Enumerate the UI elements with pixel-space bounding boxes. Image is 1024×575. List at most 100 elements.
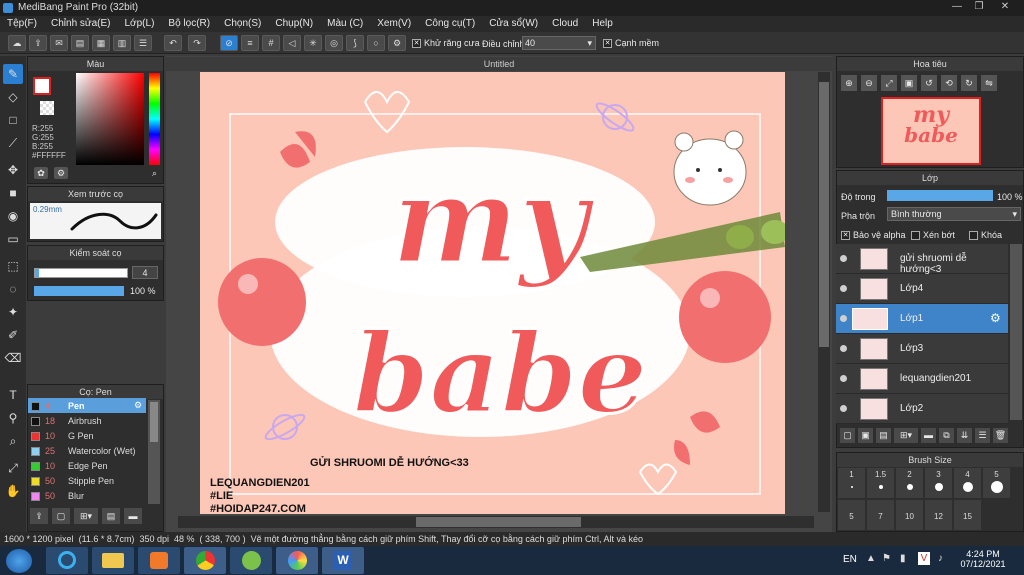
brush-tool-icon[interactable]: ✎ — [3, 64, 23, 84]
secondary-color-swatch[interactable] — [40, 101, 54, 115]
close-button[interactable]: ✕ — [994, 0, 1016, 14]
move-tool-icon[interactable]: ✥ — [3, 160, 23, 180]
cloud-icon[interactable]: ☁ — [8, 35, 26, 51]
merge-layer-icon[interactable]: ⇊ — [957, 428, 972, 443]
tray-app-icon[interactable]: ⚑ — [882, 553, 891, 564]
brush-size-slider[interactable] — [34, 268, 128, 278]
menu-window[interactable]: Cửa sổ(W) — [482, 16, 545, 32]
primary-color-swatch[interactable] — [33, 77, 51, 95]
layer-gear-icon[interactable]: ⚙ — [990, 311, 1001, 325]
operation-tool-icon[interactable]: ⤢ — [3, 458, 23, 478]
horizontal-scrollbar[interactable] — [178, 516, 814, 528]
layer-settings-icon[interactable]: ☰ — [975, 428, 990, 443]
brush-size-cell[interactable]: 4 — [954, 468, 981, 498]
menu-file[interactable]: Tệp(F) — [0, 16, 44, 32]
reset-rotation-icon[interactable]: ⟲ — [941, 75, 957, 91]
fill-tool-icon[interactable]: ◉ — [3, 206, 23, 226]
eyedropper-icon[interactable]: ⌕ — [149, 168, 160, 178]
parallel-snap-icon[interactable]: ≡ — [241, 35, 259, 51]
rotate-left-icon[interactable]: ↺ — [921, 75, 937, 91]
radial-snap-icon[interactable]: ✳ — [304, 35, 322, 51]
brush-size-cell[interactable]: 15 — [954, 500, 981, 530]
hue-slider[interactable] — [149, 73, 160, 165]
perspective-snap-icon[interactable]: ◁ — [283, 35, 301, 51]
menu-layer[interactable]: Lớp(L) — [118, 16, 162, 32]
shape-tool-icon[interactable]: ■ — [3, 183, 23, 203]
actual-size-icon[interactable]: ▣ — [901, 75, 917, 91]
menu-view[interactable]: Xem(V) — [370, 16, 418, 32]
color-settings-icon[interactable]: ⚙ — [54, 167, 68, 179]
brush-opacity-slider[interactable] — [34, 286, 124, 296]
brush-row[interactable]: 18 Airbrush — [28, 414, 146, 429]
visibility-eye-icon[interactable] — [840, 285, 847, 292]
maximize-button[interactable]: ❐ — [968, 0, 990, 14]
snap-settings-icon[interactable]: ⚙ — [388, 35, 406, 51]
brush-list-scrollbar[interactable] — [148, 400, 160, 504]
layer-list-scrollbar[interactable] — [1010, 244, 1022, 420]
add-brush-icon[interactable]: ⊞▾ — [74, 508, 98, 524]
fit-window-icon[interactable]: ⤢ — [881, 75, 897, 91]
visibility-eye-icon[interactable] — [840, 345, 847, 352]
brush-size-input[interactable]: 4 — [132, 266, 158, 279]
coccoc-icon[interactable] — [230, 547, 272, 574]
layer-folder-icon[interactable]: ▬ — [921, 428, 936, 443]
internet-explorer-icon[interactable] — [46, 547, 88, 574]
curve-snap-icon[interactable]: ⟆ — [346, 35, 364, 51]
saturation-picker[interactable] — [76, 73, 144, 165]
smooth-option[interactable]: ✕ Cạnh mềm — [603, 38, 659, 49]
menu-snap[interactable]: Chụp(N) — [268, 16, 320, 32]
flip-icon[interactable]: ⇋ — [981, 75, 997, 91]
magic-wand-tool-icon[interactable]: ✦ — [3, 302, 23, 322]
snap-off-icon[interactable]: ⊘ — [220, 35, 238, 51]
artwork-canvas[interactable]: my babe GỬI SHRUOMI DỄ HƯỚNG<33 LEQUANGD… — [200, 72, 785, 514]
protect-alpha-checkbox[interactable]: ✕ — [841, 231, 850, 241]
brush-size-cell[interactable]: 5 — [838, 500, 865, 530]
menu-filter[interactable]: Bộ lọc(R) — [161, 16, 217, 32]
layer-row[interactable]: lequangdien201 — [836, 364, 1008, 394]
circle-snap-icon[interactable]: ◎ — [325, 35, 343, 51]
menu-cloud[interactable]: Cloud — [545, 16, 585, 32]
grid-doc-icon[interactable]: ▥ — [113, 35, 131, 51]
select-tool-icon[interactable]: ⬚ — [3, 256, 23, 276]
brush-size-cell[interactable]: 12 — [925, 500, 952, 530]
layer-row[interactable]: Lớp1 ⚙ — [836, 304, 1008, 334]
brush-row[interactable]: 4 Pen ⚙ — [28, 399, 146, 414]
zoom-out-icon[interactable]: ⊖ — [861, 75, 877, 91]
word-icon[interactable]: W — [322, 547, 364, 574]
redo-icon[interactable]: ↷ — [188, 35, 206, 51]
layer-row[interactable]: Lớp4 — [836, 274, 1008, 304]
brush-size-cell[interactable]: 7 — [867, 500, 894, 530]
brush-size-cell[interactable]: 1 — [838, 468, 865, 498]
zoom-in-icon[interactable]: ⊕ — [841, 75, 857, 91]
language-indicator[interactable]: EN — [843, 554, 857, 565]
menu-edit[interactable]: Chỉnh sửa(E) — [44, 16, 118, 32]
brush-row[interactable]: 10 Edge Pen — [28, 459, 146, 474]
eraser-tool-icon[interactable]: ◇ — [3, 87, 23, 107]
new-color-layer-icon[interactable]: ▣ — [858, 428, 873, 443]
lasso-tool-icon[interactable]: ◌ — [3, 279, 23, 299]
menu-select[interactable]: Chọn(S) — [217, 16, 268, 32]
brush-folder-icon[interactable]: ▬ — [124, 508, 142, 524]
network-icon[interactable]: ▮ — [900, 553, 906, 564]
add-layer-menu-icon[interactable]: ⊞▾ — [894, 428, 918, 443]
vertical-scrollbar[interactable] — [818, 72, 830, 512]
brush-gear-icon[interactable]: ⚙ — [134, 400, 142, 411]
rotate-right-icon[interactable]: ↻ — [961, 75, 977, 91]
layer-row[interactable]: gửi shruomi dễ hướng<3 — [836, 244, 1008, 275]
smooth-checkbox[interactable]: ✕ — [603, 39, 612, 49]
clip-checkbox[interactable] — [911, 231, 920, 241]
brush-row[interactable]: 50 Blur — [28, 489, 146, 504]
adjust-dropdown[interactable]: 40 ▾ — [522, 36, 596, 50]
visibility-eye-icon[interactable] — [840, 405, 847, 412]
menu-tools[interactable]: Công cụ(T) — [418, 16, 482, 32]
eyedropper-tool-icon[interactable]: ⌕ — [3, 431, 23, 451]
delete-layer-icon[interactable]: 🗑 — [993, 428, 1008, 443]
brush-size-cell[interactable]: 5 — [983, 468, 1010, 498]
brush-row[interactable]: 50 Stipple Pen — [28, 474, 146, 489]
volume-icon[interactable]: ♪ — [938, 553, 943, 564]
layer-row[interactable]: Lớp3 — [836, 334, 1008, 364]
dot-tool-icon[interactable]: □ — [3, 110, 23, 130]
select-eraser-tool-icon[interactable]: ⌫ — [3, 348, 23, 368]
brush-size-cell[interactable]: 2 — [896, 468, 923, 498]
medibang-taskbar-icon[interactable] — [276, 547, 318, 574]
